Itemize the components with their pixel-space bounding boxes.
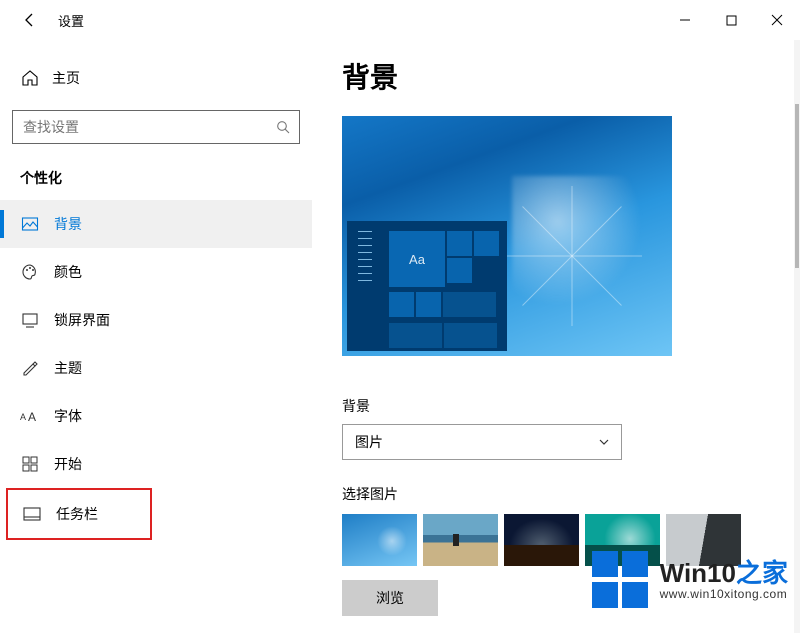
preview-start-menu: Aa: [347, 221, 507, 351]
site-watermark: Win10之家 www.win10xitong.com: [586, 545, 800, 615]
browse-button[interactable]: 浏览: [342, 580, 438, 616]
start-icon: [20, 456, 40, 472]
back-arrow-icon: [22, 12, 38, 28]
sidebar-home-label: 主页: [52, 68, 80, 88]
back-button[interactable]: [16, 6, 44, 34]
theme-icon: [20, 359, 40, 377]
sidebar-item-label: 任务栏: [56, 504, 98, 524]
annotation-highlight: 任务栏: [6, 488, 152, 540]
home-icon: [20, 69, 40, 87]
background-thumb-2[interactable]: [423, 514, 498, 566]
minimize-icon: [679, 14, 691, 26]
font-icon: AA: [20, 408, 40, 424]
sidebar-item-fonts[interactable]: AA 字体: [0, 392, 312, 440]
sidebar-item-background[interactable]: 背景: [0, 200, 312, 248]
sidebar-item-label: 背景: [54, 214, 82, 234]
app-title: 设置: [58, 11, 84, 30]
sidebar-item-label: 字体: [54, 406, 82, 426]
minimize-button[interactable]: [662, 3, 708, 37]
search-icon: [275, 119, 291, 135]
sidebar-item-lockscreen[interactable]: 锁屏界面: [0, 296, 312, 344]
watermark-brand: Win10之家: [660, 559, 788, 588]
background-type-value: 图片: [355, 432, 597, 452]
watermark-url: www.win10xitong.com: [660, 588, 788, 601]
svg-text:A: A: [20, 412, 26, 422]
sidebar-item-themes[interactable]: 主题: [0, 344, 312, 392]
maximize-button[interactable]: [708, 3, 754, 37]
close-icon: [771, 14, 783, 26]
preview-rays: [512, 196, 632, 316]
sidebar-section-header: 个性化: [0, 144, 312, 200]
search-settings[interactable]: [12, 110, 300, 144]
background-thumb-1[interactable]: [342, 514, 417, 566]
maximize-icon: [726, 15, 737, 26]
sidebar-item-label: 锁屏界面: [54, 310, 110, 330]
settings-sidebar: 主页 个性化 背景 颜色 锁屏界面: [0, 40, 312, 633]
svg-text:A: A: [28, 410, 36, 424]
sidebar-item-label: 颜色: [54, 262, 82, 282]
taskbar-icon: [22, 507, 42, 521]
sidebar-item-colors[interactable]: 颜色: [0, 248, 312, 296]
choose-picture-label: 选择图片: [342, 484, 800, 504]
desktop-preview: Aa: [342, 116, 672, 356]
background-thumb-3[interactable]: [504, 514, 579, 566]
sidebar-home[interactable]: 主页: [0, 58, 312, 98]
lockscreen-icon: [20, 311, 40, 329]
sidebar-item-start[interactable]: 开始: [0, 440, 312, 488]
chevron-down-icon: [597, 435, 611, 449]
background-field-label: 背景: [342, 396, 800, 416]
background-type-select[interactable]: 图片: [342, 424, 622, 460]
palette-icon: [20, 263, 40, 281]
preview-tile-aa: Aa: [389, 231, 445, 287]
windows-logo-icon: [592, 551, 650, 609]
image-icon: [20, 215, 40, 233]
scrollbar-thumb[interactable]: [795, 104, 799, 268]
close-button[interactable]: [754, 3, 800, 37]
page-title: 背景: [342, 56, 800, 96]
search-input[interactable]: [23, 119, 275, 135]
sidebar-item-taskbar[interactable]: 任务栏: [8, 490, 150, 538]
sidebar-item-label: 主题: [54, 358, 82, 378]
sidebar-item-label: 开始: [54, 454, 82, 474]
